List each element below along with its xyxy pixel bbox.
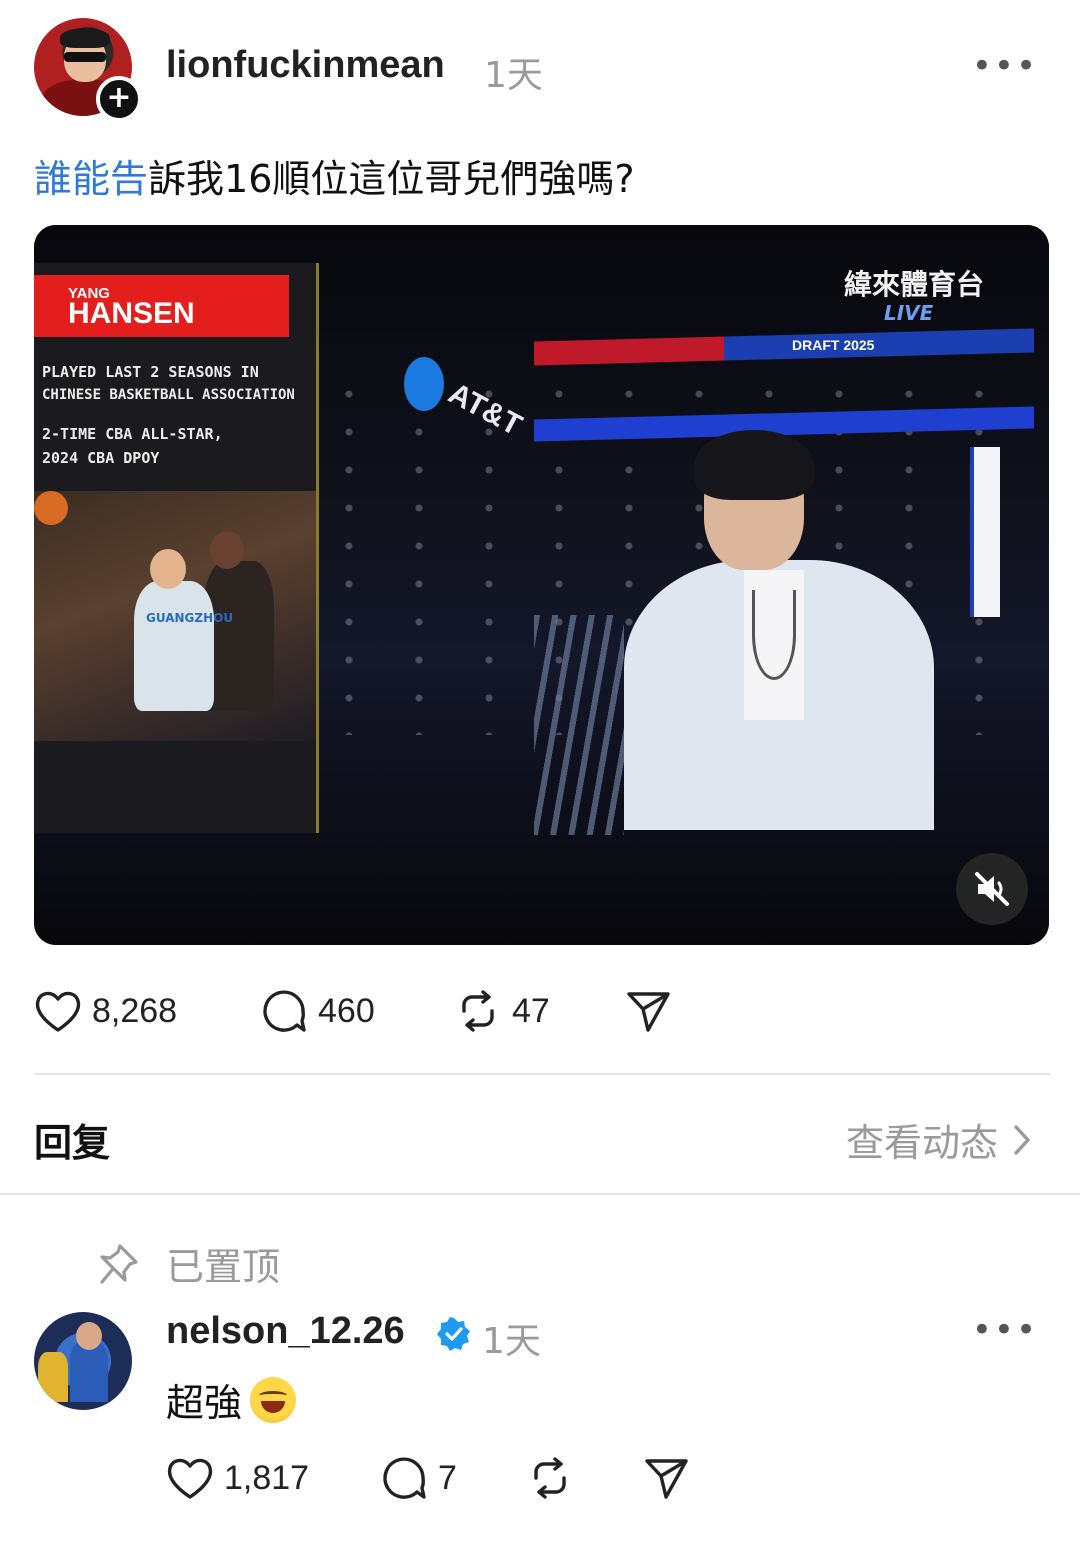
player-info-line: 2-TIME CBA ALL-STAR, <box>42 425 223 443</box>
channel-logo: 緯來體育台 <box>844 268 985 301</box>
player-last-name: HANSEN <box>68 297 195 330</box>
verified-badge-icon <box>437 1317 470 1351</box>
pinned-label: 已置顶 <box>166 1245 281 1289</box>
share-send-icon <box>645 1459 688 1499</box>
player-action-photo: GUANGZHOU <box>34 491 316 741</box>
replies-heading: 回复 <box>34 1121 111 1165</box>
repost-icon <box>534 1457 566 1499</box>
grinning-squint-emoji-icon <box>250 1376 297 1423</box>
repost-icon <box>462 990 494 1032</box>
player-info-line: CHINESE BASKETBALL ASSOCIATION <box>42 387 295 403</box>
reply-repost-button[interactable] <box>526 1452 574 1504</box>
comment-count: 460 <box>318 991 375 1030</box>
reply-text-body: 超強 <box>166 1381 243 1425</box>
view-activity-link[interactable]: 查看动态 <box>846 1112 1032 1167</box>
repost-button[interactable]: 47 <box>454 985 550 1037</box>
view-activity-label: 查看动态 <box>845 1121 998 1165</box>
post-video[interactable]: DRAFT 2025 AT&T 緯來體育台 LIVE YANG HANSEN P… <box>34 225 1049 945</box>
post-timestamp: 1天 <box>484 55 543 96</box>
reply-timestamp: 1天 <box>482 1321 541 1362</box>
share-button[interactable] <box>624 985 672 1037</box>
draft-banner-text: DRAFT 2025 <box>792 337 875 353</box>
reply-author-username[interactable]: nelson_12.26 <box>166 1310 405 1353</box>
reply-share-button[interactable] <box>642 1452 690 1504</box>
reply-author-avatar[interactable] <box>34 1312 132 1410</box>
reply-like-button[interactable]: 1,817 <box>166 1452 309 1504</box>
comment-bubble-icon <box>383 1457 426 1499</box>
channel-live-label: LIVE <box>884 301 934 325</box>
comment-button[interactable]: 460 <box>260 985 375 1037</box>
player-figure <box>594 430 944 835</box>
share-send-icon <box>627 992 670 1032</box>
player-info-overlay: YANG HANSEN PLAYED LAST 2 SEASONS IN CHI… <box>34 263 319 833</box>
post-text-body: 訴我16順位這位哥兒們強嗎? <box>148 157 635 201</box>
comment-bubble-icon <box>263 990 306 1032</box>
nba-draft-side-banner <box>970 447 1000 617</box>
jersey-text: GUANGZHOU <box>146 611 234 625</box>
reply-comment-count: 7 <box>438 1458 457 1497</box>
section-divider <box>34 1073 1050 1075</box>
chevron-right-icon <box>1014 1124 1030 1155</box>
reply-actions: 1,817 7 <box>166 1452 726 1504</box>
speaker-muted-icon <box>975 872 1009 906</box>
heart-icon <box>35 991 81 1032</box>
post-text-highlight[interactable]: 誰能告 <box>34 157 148 201</box>
post-actions: 8,268 460 47 <box>34 985 1046 1037</box>
mute-toggle-button[interactable] <box>956 853 1028 925</box>
reply-like-count: 1,817 <box>224 1458 310 1497</box>
reply-more-button[interactable]: ••• <box>972 1310 1038 1350</box>
follow-button[interactable]: + <box>96 76 142 122</box>
att-globe-logo <box>404 357 444 411</box>
post-text: 誰能告訴我16順位這位哥兒們強嗎? <box>34 148 635 203</box>
section-divider-full <box>0 1193 1080 1195</box>
like-button[interactable]: 8,268 <box>34 985 177 1037</box>
player-info-line: 2024 CBA DPOY <box>42 449 160 467</box>
reply-text: 超強 <box>166 1372 297 1427</box>
like-count: 8,268 <box>92 991 178 1030</box>
heart-icon <box>167 1458 213 1499</box>
repost-count: 47 <box>512 991 550 1030</box>
player-info-line: PLAYED LAST 2 SEASONS IN <box>42 363 259 381</box>
pin-icon <box>100 1243 138 1284</box>
pinned-indicator: 已置顶 <box>98 1236 280 1291</box>
author-username[interactable]: lionfuckinmean <box>166 44 445 87</box>
post-header: + lionfuckinmean 1天 ••• <box>34 18 1046 122</box>
reply-comment-button[interactable]: 7 <box>380 1452 457 1504</box>
post-more-button[interactable]: ••• <box>972 46 1038 86</box>
